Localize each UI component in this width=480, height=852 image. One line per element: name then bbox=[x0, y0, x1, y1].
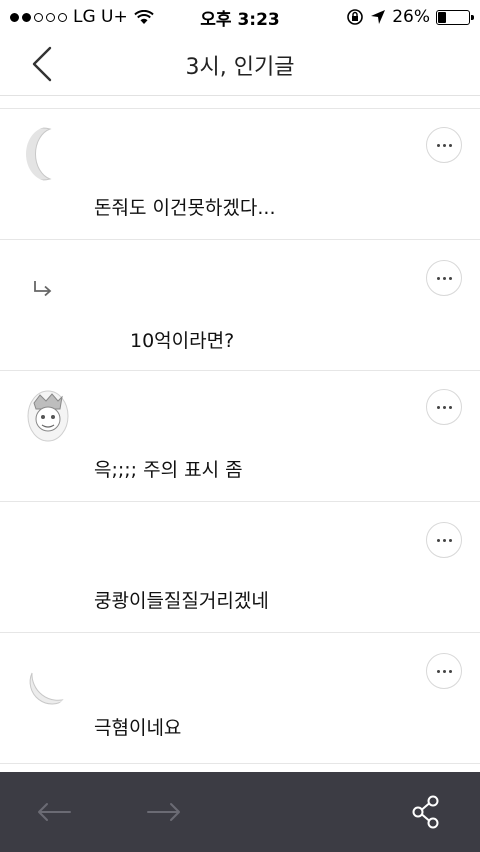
moon-avatar-icon bbox=[26, 127, 52, 181]
comment-item: 쿵쾅이들질질거리겠네 bbox=[0, 502, 480, 633]
more-options-button[interactable] bbox=[426, 653, 462, 689]
status-left: LG U+ bbox=[10, 7, 154, 27]
comment-text: 윽;;;; 주의 표시 좀 bbox=[94, 459, 243, 481]
comment-list[interactable]: 돈줘도 이건못하겠다... 10억이라면? 윽;;;; 주의 표시 좀 쿵쾅이들… bbox=[0, 96, 480, 772]
status-bar: LG U+ 오후 3:23 26% bbox=[0, 0, 480, 34]
avatar[interactable] bbox=[26, 653, 70, 707]
bottom-toolbar bbox=[0, 772, 480, 852]
wifi-icon bbox=[134, 9, 154, 24]
arrow-right-icon bbox=[147, 803, 180, 821]
avatar[interactable] bbox=[26, 389, 70, 443]
arrow-left-icon bbox=[38, 803, 71, 821]
carrier-label: LG U+ bbox=[73, 7, 128, 27]
page-title: 3시, 인기글 bbox=[185, 54, 295, 80]
cartoon-avatar-icon bbox=[27, 390, 69, 442]
signal-strength-icon bbox=[10, 12, 67, 22]
comment-item: 극혐이네요 bbox=[0, 633, 480, 764]
comment-text: 10억이라면? bbox=[130, 330, 235, 352]
reply-arrow-icon bbox=[34, 281, 52, 297]
navigation-bar: 3시, 인기글 bbox=[0, 34, 480, 96]
battery-icon bbox=[436, 9, 474, 25]
more-options-button[interactable] bbox=[426, 127, 462, 163]
more-options-button[interactable] bbox=[426, 389, 462, 425]
comment-text: 쿵쾅이들질질거리겠네 bbox=[94, 590, 269, 612]
forward-nav-button[interactable] bbox=[144, 794, 184, 830]
comment-item: 10억이라면? bbox=[0, 240, 480, 371]
more-options-button[interactable] bbox=[426, 260, 462, 296]
more-options-button[interactable] bbox=[426, 522, 462, 558]
comment-text: 돈줘도 이건못하겠다... bbox=[94, 197, 276, 219]
back-button[interactable] bbox=[22, 44, 62, 84]
status-right: 26% bbox=[346, 7, 474, 27]
battery-percent: 26% bbox=[392, 7, 430, 27]
rotation-lock-icon bbox=[347, 9, 364, 25]
location-icon bbox=[371, 10, 386, 24]
share-icon bbox=[412, 795, 439, 829]
chevron-left-icon bbox=[32, 46, 52, 82]
comment-text: 극혐이네요 bbox=[94, 717, 182, 739]
share-button[interactable] bbox=[406, 794, 446, 830]
comment-item: 돈줘도 이건못하겠다... bbox=[0, 109, 480, 240]
avatar[interactable] bbox=[26, 127, 70, 181]
moon-avatar-icon bbox=[29, 672, 67, 705]
back-nav-button[interactable] bbox=[34, 794, 74, 830]
comment-item: 윽;;;; 주의 표시 좀 bbox=[0, 371, 480, 502]
